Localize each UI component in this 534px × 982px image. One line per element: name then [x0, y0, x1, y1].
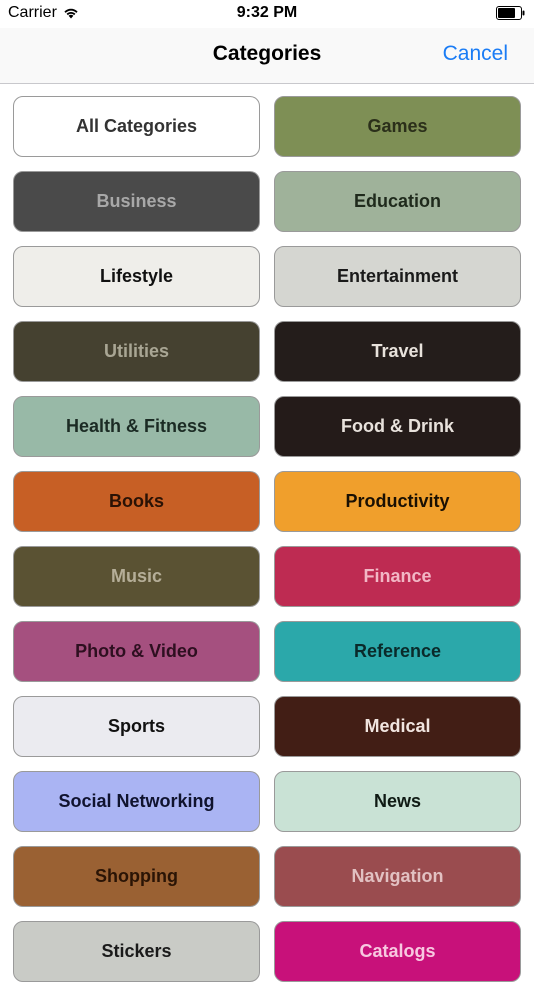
- category-utilities-button[interactable]: Utilities: [13, 321, 260, 382]
- category-shopping-button[interactable]: Shopping: [13, 846, 260, 907]
- category-food-and-drink-button[interactable]: Food & Drink: [274, 396, 521, 457]
- category-catalogs-button[interactable]: Catalogs: [274, 921, 521, 982]
- category-productivity-button[interactable]: Productivity: [274, 471, 521, 532]
- category-travel-button[interactable]: Travel: [274, 321, 521, 382]
- status-time: 9:32 PM: [236, 4, 298, 21]
- category-education-button[interactable]: Education: [274, 171, 521, 232]
- battery-icon: [496, 6, 526, 20]
- status-bar: Carrier 9:32 PM: [0, 0, 534, 28]
- category-navigation-button[interactable]: Navigation: [274, 846, 521, 907]
- category-reference-button[interactable]: Reference: [274, 621, 521, 682]
- category-sports-button[interactable]: Sports: [13, 696, 260, 757]
- category-lifestyle-button[interactable]: Lifestyle: [13, 246, 260, 307]
- category-medical-button[interactable]: Medical: [274, 696, 521, 757]
- category-entertainment-button[interactable]: Entertainment: [274, 246, 521, 307]
- category-all-categories-button[interactable]: All Categories: [13, 96, 260, 157]
- category-health-and-fitness-button[interactable]: Health & Fitness: [13, 396, 260, 457]
- category-social-networking-button[interactable]: Social Networking: [13, 771, 260, 832]
- navigation-bar: Categories Cancel: [0, 28, 534, 84]
- category-music-button[interactable]: Music: [13, 546, 260, 607]
- category-finance-button[interactable]: Finance: [274, 546, 521, 607]
- category-photo-and-video-button[interactable]: Photo & Video: [13, 621, 260, 682]
- category-business-button[interactable]: Business: [13, 171, 260, 232]
- category-stickers-button[interactable]: Stickers: [13, 921, 260, 982]
- category-grid: All Categories Games Business Education Life…: [13, 96, 521, 982]
- category-news-button[interactable]: News: [274, 771, 521, 832]
- category-books-button[interactable]: Books: [13, 471, 260, 532]
- cancel-button[interactable]: Cancel: [443, 42, 508, 66]
- category-games-button[interactable]: Games: [274, 96, 521, 157]
